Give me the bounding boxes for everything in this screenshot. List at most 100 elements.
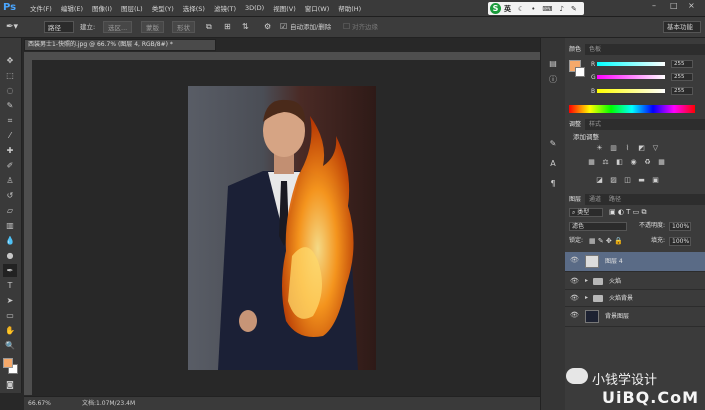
healing-brush-tool-icon[interactable]: ✚ <box>3 144 17 157</box>
type-tool-icon[interactable]: T <box>3 279 17 292</box>
moon-icon[interactable]: ☾ <box>518 5 524 13</box>
ime-mode-label[interactable]: 英 <box>504 4 511 14</box>
brightness-icon[interactable]: ☀ <box>595 144 604 152</box>
fill-field[interactable]: 100% <box>669 237 691 246</box>
move-tool-icon[interactable]: ✥ <box>3 54 17 67</box>
hue-saturation-icon[interactable]: ▦ <box>587 158 596 166</box>
path-operations-icon[interactable]: ⧉ <box>206 21 212 33</box>
foreground-color-swatch[interactable] <box>3 358 13 368</box>
history-brush-tool-icon[interactable]: ↺ <box>3 189 17 202</box>
close-button[interactable]: × <box>688 1 695 10</box>
hand-tool-icon[interactable]: ✋ <box>3 324 17 337</box>
gradient-tool-icon[interactable]: ▥ <box>3 219 17 232</box>
layer-row-background[interactable]: 👁 背景图层 <box>565 307 705 327</box>
b-slider[interactable] <box>597 89 665 93</box>
blur-tool-icon[interactable]: 💧 <box>3 234 17 247</box>
align-edges-checkbox[interactable]: ☐ <box>343 21 350 33</box>
color-slider-b[interactable]: B 255 <box>591 87 695 95</box>
g-value[interactable]: 255 <box>671 73 693 81</box>
gradient-map-icon[interactable]: ▬ <box>637 176 646 184</box>
r-value[interactable]: 255 <box>671 60 693 68</box>
mic-icon[interactable]: ♪ <box>560 5 564 13</box>
menu-filter[interactable]: 滤镜(T) <box>214 3 236 13</box>
quick-mask-icon[interactable]: ◙ <box>3 378 17 391</box>
crop-tool-icon[interactable]: ⌗ <box>3 114 17 127</box>
document-image[interactable] <box>188 86 376 370</box>
zoom-tool-icon[interactable]: 🔍 <box>3 339 17 352</box>
posterize-icon[interactable]: ▨ <box>609 176 618 184</box>
menu-file[interactable]: 文件(F) <box>30 3 52 13</box>
black-white-icon[interactable]: ◧ <box>615 158 624 166</box>
vibrance-icon[interactable]: ▽ <box>651 144 660 152</box>
menu-3d[interactable]: 3D(D) <box>245 4 264 12</box>
expand-arrow-icon[interactable]: ▸ <box>585 277 588 284</box>
brush-panel-icon[interactable]: ✎ <box>547 138 559 149</box>
color-slider-r[interactable]: R 255 <box>591 60 695 68</box>
auto-add-delete-checkbox[interactable]: ☑ <box>280 21 287 33</box>
tab-styles[interactable]: 样式 <box>585 119 605 130</box>
layer-filter-icons[interactable]: ▣ ◐ T ▭ ⧉ <box>609 208 647 217</box>
menu-image[interactable]: 图像(I) <box>92 3 112 13</box>
color-balance-icon[interactable]: ⚖ <box>601 158 610 166</box>
layer-name[interactable]: 火焰 <box>609 277 621 286</box>
eraser-tool-icon[interactable]: ▱ <box>3 204 17 217</box>
levels-icon[interactable]: ▥ <box>609 144 618 152</box>
eye-icon[interactable]: 👁 <box>570 311 579 319</box>
eye-icon[interactable]: 👁 <box>570 256 579 264</box>
background-color-chip[interactable] <box>575 67 585 77</box>
keyboard-icon[interactable]: ⌨ <box>542 5 552 13</box>
workspace-dropdown[interactable]: 基本功能 <box>663 21 701 33</box>
invert-icon[interactable]: ◪ <box>595 176 604 184</box>
character-panel-icon[interactable]: A <box>547 158 559 169</box>
wrench-icon[interactable]: ✎ <box>571 5 577 13</box>
layer-name[interactable]: 火焰背景 <box>609 294 633 303</box>
layer-filter-dropdown[interactable]: ⌕ 类型 <box>569 208 603 217</box>
selective-color-icon[interactable]: ▣ <box>651 176 660 184</box>
b-value[interactable]: 255 <box>671 87 693 95</box>
menu-edit[interactable]: 编辑(E) <box>61 3 83 13</box>
paragraph-panel-icon[interactable]: ¶ <box>547 178 559 189</box>
lock-icons[interactable]: ▦ ✎ ✥ 🔒 <box>589 237 623 246</box>
path-alignment-icon[interactable]: ⊞ <box>224 21 231 33</box>
doc-info[interactable]: 文档:1.07M/23.4M <box>82 397 135 410</box>
menu-type[interactable]: 类型(Y) <box>152 3 174 13</box>
tab-channels[interactable]: 通道 <box>585 194 605 205</box>
tab-color[interactable]: 颜色 <box>565 44 586 55</box>
photo-filter-icon[interactable]: ◉ <box>629 158 638 166</box>
tab-paths[interactable]: 路径 <box>605 194 625 205</box>
gear-icon[interactable]: ⚙ <box>264 21 271 33</box>
path-selection-tool-icon[interactable]: ➤ <box>3 294 17 307</box>
document-tab[interactable]: 西装男士1-快照的.jpg @ 66.7% (图层 4, RGB/8#) * <box>24 39 216 51</box>
layer-name[interactable]: 图层 4 <box>605 257 623 266</box>
layer-row-fire-group[interactable]: 👁 ▸ 火焰 <box>565 273 705 290</box>
color-slider-g[interactable]: G 255 <box>591 73 695 81</box>
pen-tool-preset-icon[interactable]: ✒▾ <box>6 21 18 33</box>
shape-tool-icon[interactable]: ▭ <box>3 309 17 322</box>
marquee-tool-icon[interactable]: ⬚ <box>3 69 17 82</box>
pen-tool-icon[interactable]: ✒ <box>3 264 17 277</box>
menu-layer[interactable]: 图层(L) <box>121 3 143 13</box>
eyedropper-tool-icon[interactable]: ⁄ <box>3 129 17 142</box>
layer-row-fire-bg-group[interactable]: 👁 ▸ 火焰背景 <box>565 290 705 307</box>
menu-help[interactable]: 帮助(H) <box>338 3 361 13</box>
tab-adjustments[interactable]: 调整 <box>565 119 586 130</box>
info-panel-icon[interactable]: ⓘ <box>547 74 559 85</box>
pen-mode-dropdown[interactable]: 路径 <box>44 21 74 33</box>
dodge-tool-icon[interactable]: ● <box>3 249 17 262</box>
dot-icon[interactable]: • <box>531 5 535 13</box>
history-panel-icon[interactable]: ▤ <box>547 58 559 69</box>
curves-icon[interactable]: ⌇ <box>623 144 632 152</box>
blend-mode-dropdown[interactable]: 滤色 <box>569 222 627 231</box>
eye-icon[interactable]: 👁 <box>570 294 579 302</box>
shape-button[interactable]: 形状 <box>172 21 195 33</box>
menu-select[interactable]: 选择(S) <box>183 3 205 13</box>
quick-select-tool-icon[interactable]: ✎ <box>3 99 17 112</box>
minimize-button[interactable]: – <box>652 1 656 10</box>
color-lookup-icon[interactable]: ▦ <box>657 158 666 166</box>
menu-window[interactable]: 窗口(W) <box>305 3 330 13</box>
channel-mixer-icon[interactable]: ♻ <box>643 158 652 166</box>
path-arrange-icon[interactable]: ⇅ <box>242 21 249 33</box>
clone-stamp-tool-icon[interactable]: ♙ <box>3 174 17 187</box>
mask-button[interactable]: 蒙版 <box>141 21 164 33</box>
color-spectrum[interactable] <box>569 105 695 113</box>
